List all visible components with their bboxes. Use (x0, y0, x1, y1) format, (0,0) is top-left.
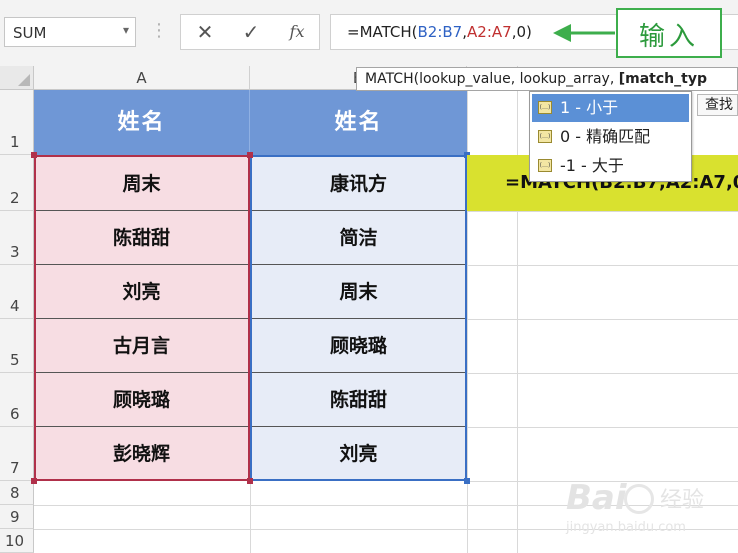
table-header-a[interactable]: 姓名 (34, 90, 250, 155)
column-header-a[interactable]: A (34, 66, 250, 90)
search-button[interactable]: 查找 (697, 94, 738, 116)
gridline (250, 481, 251, 553)
row-header[interactable]: 3 (0, 211, 34, 265)
gridline (467, 211, 738, 212)
watermark-url: jingyan.baidu.com (566, 520, 686, 535)
argument-icon: (…) (538, 159, 552, 172)
row-header[interactable]: 9 (0, 505, 34, 529)
formula-text: =MATCH(B2:B7,A2:A7,0) (347, 23, 532, 41)
baidu-watermark: Bai 经验 jingyan.baidu.com (560, 478, 738, 538)
range-handle[interactable] (31, 478, 37, 484)
range-highlight-b (250, 155, 467, 481)
argument-icon: (…) (538, 101, 552, 114)
range-handle[interactable] (247, 478, 253, 484)
arrow-left-icon (553, 24, 615, 42)
gridline (467, 373, 738, 374)
range-handle[interactable] (247, 152, 253, 158)
watermark-logo: Bai (566, 478, 627, 518)
cancel-icon[interactable]: ✕ (185, 19, 225, 45)
dropdown-option[interactable]: (…) 0 - 精确匹配 (532, 123, 689, 151)
row-header[interactable]: 4 (0, 265, 34, 319)
name-box-value: SUM (13, 24, 47, 42)
argument-icon: (…) (538, 130, 552, 143)
select-all-corner[interactable] (0, 66, 34, 90)
callout-label: 输入 (638, 22, 699, 52)
gridline (467, 319, 738, 320)
insert-function-icon[interactable]: fx (277, 19, 317, 45)
row-header[interactable]: 6 (0, 373, 34, 427)
row-header[interactable]: 2 (0, 155, 34, 211)
row-header[interactable]: 5 (0, 319, 34, 373)
gridline (467, 265, 738, 266)
range-handle[interactable] (464, 478, 470, 484)
dropdown-option[interactable]: (…) -1 - 大于 (532, 152, 689, 180)
range-handle[interactable] (31, 152, 37, 158)
autocomplete-dropdown: (…) 1 - 小于 (…) 0 - 精确匹配 (…) -1 - 大于 (529, 91, 692, 182)
row-header[interactable]: 1 (0, 90, 34, 155)
row-header[interactable]: 7 (0, 427, 34, 481)
paw-icon (624, 484, 654, 514)
name-box[interactable]: SUM ▾ (4, 17, 136, 47)
tooltip-bold-arg: [match_typ (618, 71, 707, 87)
formula-buttons: ✕ ✓ fx (180, 14, 320, 50)
table-header-b[interactable]: 姓名 (250, 90, 467, 155)
function-tooltip: MATCH(lookup_value, lookup_array, [match… (356, 67, 738, 91)
tooltip-text: MATCH(lookup_value, lookup_array, (365, 71, 619, 87)
annotation-callout: 输入 (616, 8, 722, 58)
range-highlight-a (34, 155, 250, 481)
separator-icon: ⋮ (150, 20, 168, 41)
gridline (467, 427, 738, 428)
dropdown-option[interactable]: (…) 1 - 小于 (532, 94, 689, 122)
row-header[interactable]: 8 (0, 481, 34, 505)
chevron-down-icon[interactable]: ▾ (123, 23, 129, 37)
row-header[interactable]: 10 (0, 529, 34, 553)
watermark-suffix: 经验 (660, 488, 705, 513)
enter-icon[interactable]: ✓ (231, 19, 271, 45)
